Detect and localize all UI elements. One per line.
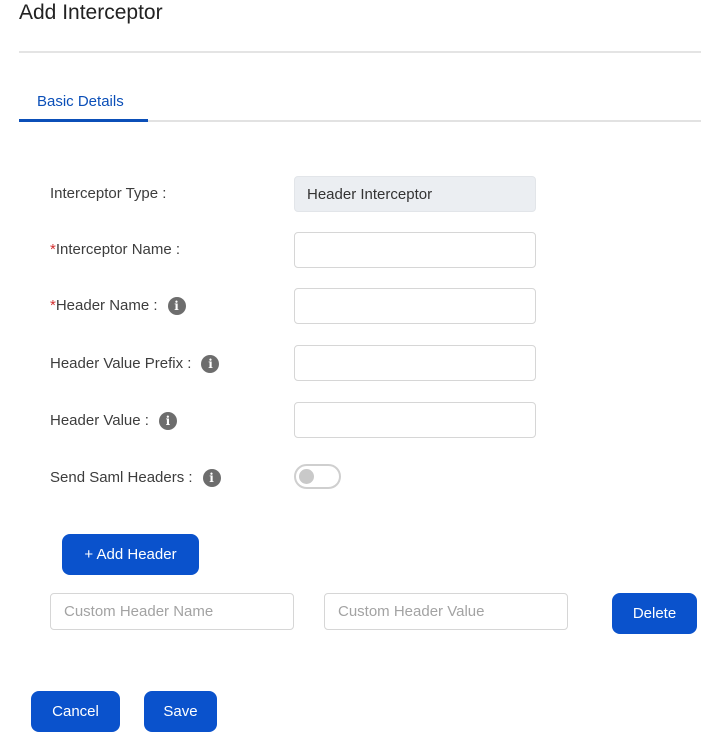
interceptor-name-input[interactable]	[294, 232, 536, 268]
info-icon[interactable]: i	[201, 355, 220, 373]
interceptor-type-value: Header Interceptor	[307, 185, 433, 203]
header-value-label-text: Header Value :	[50, 412, 149, 429]
header-value-input[interactable]	[294, 402, 536, 438]
interceptor-type-field: Header Interceptor	[294, 176, 536, 212]
header-value-prefix-label-text: Header Value Prefix :	[50, 355, 192, 372]
tab-active-indicator	[19, 119, 148, 122]
tab-basic-details[interactable]: Basic Details	[37, 93, 124, 111]
header-name-input[interactable]	[294, 288, 536, 324]
cancel-button[interactable]: Cancel	[31, 691, 120, 732]
toggle-knob	[299, 469, 314, 484]
send-saml-headers-label-text: Send Saml Headers :	[50, 469, 193, 486]
header-value-label: Header Value : i	[50, 412, 177, 430]
add-header-button[interactable]: + Add Header	[62, 534, 199, 575]
save-button[interactable]: Save	[144, 691, 217, 732]
interceptor-name-label-text: Interceptor Name :	[55, 241, 181, 258]
send-saml-headers-label: Send Saml Headers : i	[50, 469, 221, 487]
title-divider	[19, 51, 701, 53]
info-icon[interactable]: i	[202, 469, 221, 487]
interceptor-type-label-text: Interceptor Type :	[50, 185, 167, 202]
page-title: Add Interceptor	[19, 1, 163, 24]
info-icon[interactable]: i	[158, 412, 177, 430]
header-name-label-text: Header Name :	[55, 297, 158, 314]
custom-header-name-input[interactable]	[50, 593, 294, 630]
info-icon[interactable]: i	[167, 297, 186, 315]
header-name-label: * Header Name : i	[50, 297, 186, 315]
delete-header-button[interactable]: Delete	[612, 593, 697, 634]
send-saml-headers-toggle[interactable]	[294, 464, 341, 489]
header-value-prefix-label: Header Value Prefix : i	[50, 355, 220, 373]
header-value-prefix-input[interactable]	[294, 345, 536, 381]
interceptor-name-label: * Interceptor Name :	[50, 241, 180, 259]
custom-header-value-input[interactable]	[324, 593, 568, 630]
interceptor-type-label: Interceptor Type :	[50, 185, 166, 203]
